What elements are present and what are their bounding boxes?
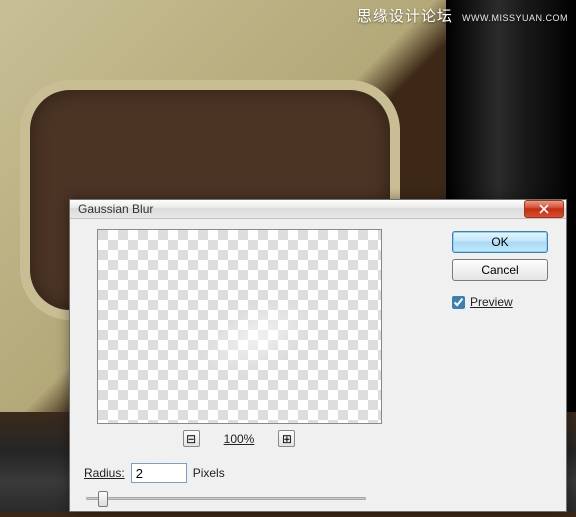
close-icon: [539, 204, 549, 214]
radius-input[interactable]: [131, 463, 187, 483]
watermark-text: 思缘设计论坛: [357, 8, 453, 25]
zoom-out-button[interactable]: ⊟: [183, 430, 200, 447]
radius-unit: Pixels: [193, 466, 225, 480]
radius-row: Radius: Pixels: [84, 463, 394, 483]
dialog-titlebar[interactable]: Gaussian Blur: [70, 200, 566, 219]
watermark-url: WWW.MISSYUAN.COM: [462, 13, 568, 23]
filter-preview[interactable]: [97, 229, 382, 424]
radius-slider[interactable]: [86, 489, 366, 507]
slider-thumb[interactable]: [98, 491, 108, 507]
ok-button[interactable]: OK: [452, 231, 548, 253]
dialog-right-column: OK Cancel Preview: [394, 229, 552, 507]
preview-label: Preview: [470, 295, 513, 309]
zoom-controls: ⊟ 100% ⊞: [84, 430, 394, 447]
radius-label: Radius:: [84, 466, 125, 480]
dialog-left-column: ⊟ 100% ⊞ Radius: Pixels: [84, 229, 394, 507]
preview-toggle[interactable]: Preview: [452, 295, 548, 309]
close-button[interactable]: [524, 200, 564, 218]
preview-content: [189, 285, 323, 390]
watermark: 思缘设计论坛 WWW.MISSYUAN.COM: [357, 5, 568, 26]
dialog-title: Gaussian Blur: [78, 202, 524, 216]
slider-track: [86, 497, 366, 500]
zoom-level[interactable]: 100%: [224, 432, 255, 446]
cancel-button[interactable]: Cancel: [452, 259, 548, 281]
dialog-body: ⊟ 100% ⊞ Radius: Pixels OK Cancel Previe…: [70, 219, 566, 517]
gaussian-blur-dialog: Gaussian Blur ⊟ 100% ⊞ Radius: Pixels: [69, 199, 567, 512]
preview-checkbox[interactable]: [452, 296, 465, 309]
zoom-in-button[interactable]: ⊞: [278, 430, 295, 447]
